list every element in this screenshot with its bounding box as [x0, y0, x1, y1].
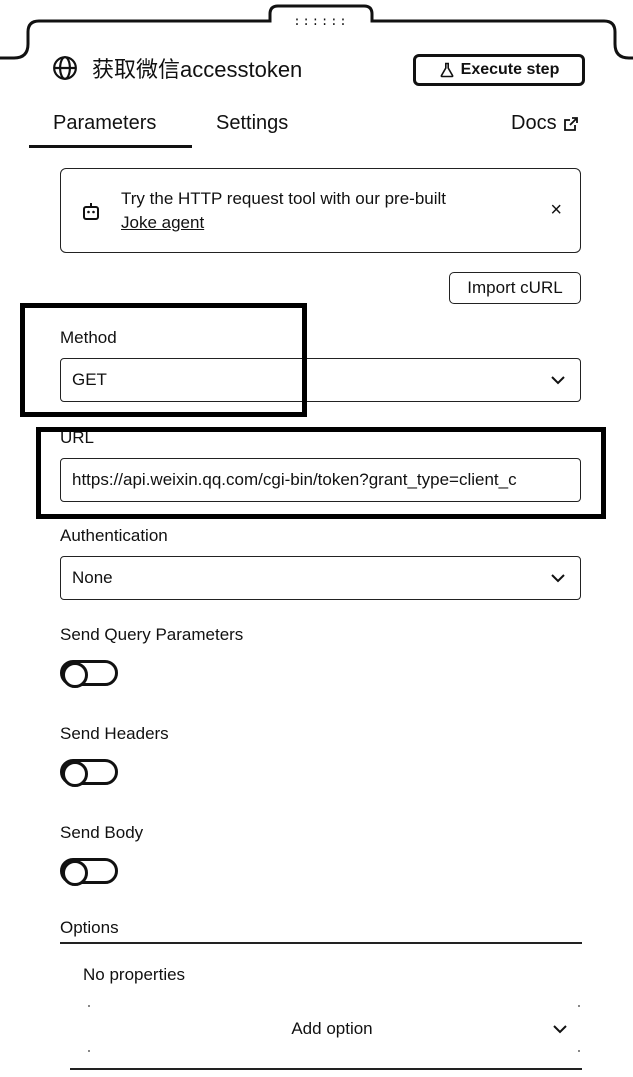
no-properties-text: No properties	[83, 965, 186, 984]
authentication-value: None	[72, 568, 113, 587]
docs-label: Docs	[511, 112, 557, 134]
options-label: Options	[60, 918, 119, 937]
drag-handle-icon: ::::::	[293, 14, 349, 28]
execute-step-label: Execute step	[460, 61, 560, 78]
send-body-label: Send Body	[60, 823, 144, 842]
method-label: Method	[60, 328, 117, 347]
close-icon[interactable]: ×	[550, 199, 562, 222]
url-value: https://api.weixin.qq.com/cgi-bin/token?…	[72, 470, 517, 489]
toggle-knob	[62, 761, 88, 787]
banner-message: Try the HTTP request tool with our pre-b…	[121, 187, 446, 235]
url-label: URL	[60, 428, 95, 447]
import-curl-button[interactable]: Import cURL	[449, 272, 581, 304]
robot-icon	[83, 203, 99, 220]
tab-parameters[interactable]: Parameters	[53, 112, 156, 135]
chevron-down-icon	[551, 574, 565, 583]
execute-step-button[interactable]: Execute step	[413, 54, 585, 86]
add-option-label: Add option	[291, 1019, 373, 1038]
banner-text: Try the HTTP request tool with our pre-b…	[121, 189, 447, 208]
method-value: GET	[72, 370, 107, 389]
bottom-divider	[70, 1068, 582, 1070]
authentication-select[interactable]: None	[60, 556, 581, 600]
drag-handle[interactable]: ::::::	[270, 5, 372, 39]
toggle-knob	[62, 662, 88, 688]
toggle-knob	[62, 860, 88, 886]
authentication-label: Authentication	[60, 526, 168, 545]
external-link-icon	[563, 116, 578, 131]
send-query-toggle[interactable]	[60, 660, 118, 688]
flask-icon	[440, 62, 454, 78]
send-body-toggle[interactable]	[60, 858, 118, 886]
chevron-down-icon	[551, 376, 565, 385]
method-select[interactable]: GET	[60, 358, 581, 402]
send-query-label: Send Query Parameters	[60, 625, 244, 644]
add-option-dropdown[interactable]: Add option	[82, 1005, 582, 1053]
docs-link[interactable]: Docs	[511, 112, 579, 135]
url-input[interactable]: https://api.weixin.qq.com/cgi-bin/token?…	[60, 458, 581, 502]
active-tab-indicator	[29, 145, 192, 148]
node-title[interactable]: 获取微信accesstoken	[92, 52, 302, 84]
chevron-down-icon	[553, 1025, 567, 1034]
send-headers-label: Send Headers	[60, 724, 169, 743]
send-headers-toggle[interactable]	[60, 759, 118, 787]
globe-icon	[53, 56, 77, 80]
options-divider	[60, 942, 582, 944]
joke-agent-link[interactable]: Joke agent	[121, 211, 446, 235]
node-title-row: 获取微信accesstoken	[52, 52, 302, 84]
promo-banner: Try the HTTP request tool with our pre-b…	[60, 168, 581, 253]
tab-settings[interactable]: Settings	[216, 112, 288, 135]
